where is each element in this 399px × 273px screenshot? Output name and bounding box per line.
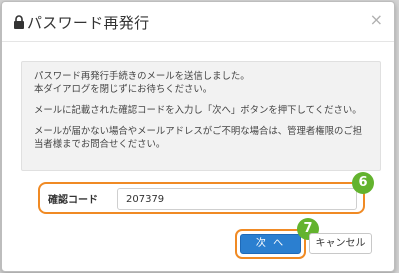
message-line: 本ダイアログを閉じずにお待ちください。: [34, 84, 213, 95]
message-line: 当者様までお問合せください。: [34, 139, 166, 150]
confirmation-code-label: 確認コード: [48, 195, 98, 206]
password-reissue-dialog: パスワード再発行 × パスワード再発行手続きのメールを送信しました。 本ダイアロ…: [1, 1, 395, 272]
message-paragraph: メールに記載された確認コードを入力し「次へ」ボタンを押下してください。: [34, 104, 370, 117]
confirmation-code-row: 確認コード: [38, 182, 365, 214]
message-box: パスワード再発行手続きのメールを送信しました。 本ダイアログを閉じずにお待ちくだ…: [21, 61, 381, 171]
confirmation-code-input[interactable]: [117, 188, 357, 210]
message-paragraph: メールが届かない場合やメールアドレスがご不明な場合は、管理者権限のご担 当者様ま…: [34, 125, 370, 151]
message-line: パスワード再発行手続きのメールを送信しました。: [34, 71, 250, 82]
message-line: メールに記載された確認コードを入力し「次へ」ボタンを押下してください。: [34, 105, 362, 116]
dialog-header: パスワード再発行 ×: [2, 2, 394, 42]
close-button[interactable]: ×: [370, 11, 383, 29]
step-badge-6: 6: [352, 172, 374, 194]
message-line: メールが届かない場合やメールアドレスがご不明な場合は、管理者権限のご担: [34, 126, 363, 137]
lock-icon: [14, 15, 24, 29]
message-paragraph: パスワード再発行手続きのメールを送信しました。 本ダイアログを閉じずにお待ちくだ…: [34, 70, 370, 96]
next-button-highlight: 次 へ: [235, 229, 306, 259]
dialog-title: パスワード再発行: [27, 14, 150, 32]
cancel-button[interactable]: キャンセル: [309, 233, 372, 254]
next-button[interactable]: 次 へ: [240, 234, 301, 254]
